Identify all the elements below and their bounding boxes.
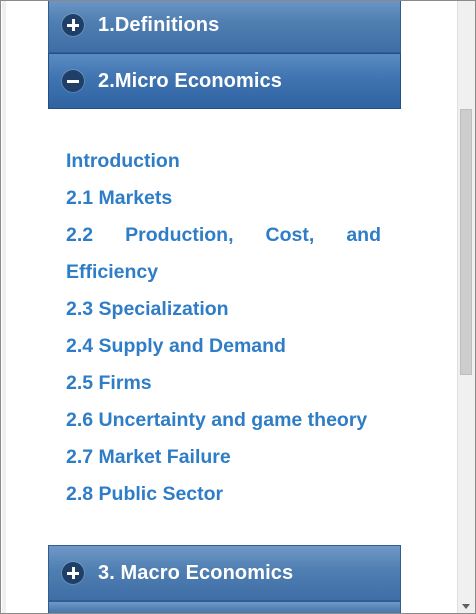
scrollbar-thumb[interactable] [460,109,472,375]
link-2-2-word: Production, [125,224,234,246]
accordion-title-micro-economics: 2.Micro Economics [98,69,282,92]
accordion-title-definitions: 1.Definitions [98,13,220,36]
minus-circle-icon [62,70,84,92]
content-frame: 1.Definitions 2.Micro Economics Introduc… [0,0,476,614]
accordion-header-macro-economics[interactable]: 3. Macro Economics [48,545,401,601]
link-2-2-word: 2.2 [66,224,94,246]
micro-economics-links: Introduction 2.1 Markets 2.2 Production,… [66,143,381,513]
accordion-header-definitions[interactable]: 1.Definitions [48,1,401,53]
link-introduction[interactable]: Introduction [66,143,381,180]
link-2-7-market-failure[interactable]: 2.7 Market Failure [66,439,381,476]
link-2-3-specialization[interactable]: 2.3 Specialization [66,291,381,328]
link-2-2-wrap: Efficiency [66,261,159,283]
link-2-5-firms[interactable]: 2.5 Firms [66,365,381,402]
accordion-header-next-partial[interactable] [48,601,401,613]
left-gutter [2,1,6,613]
link-2-2-production-cost-efficiency[interactable]: 2.2 Production, Cost, and Efficiency [66,217,381,291]
scroll-down-arrow-icon[interactable] [462,604,470,609]
link-2-1-markets[interactable]: 2.1 Markets [66,180,381,217]
accordion-header-micro-economics[interactable]: 2.Micro Economics [48,53,401,109]
plus-circle-icon [62,14,84,36]
link-2-8-public-sector[interactable]: 2.8 Public Sector [66,476,381,513]
link-2-4-supply-and-demand[interactable]: 2.4 Supply and Demand [66,328,381,365]
link-2-6-uncertainty-game-theory[interactable]: 2.6 Uncertainty and game theory [66,402,381,439]
link-2-2-word: and [346,224,381,246]
vertical-scrollbar[interactable] [457,1,475,613]
plus-circle-icon [62,562,84,584]
link-2-2-word: Cost, [265,224,315,246]
accordion-title-macro-economics: 3. Macro Economics [98,561,294,584]
